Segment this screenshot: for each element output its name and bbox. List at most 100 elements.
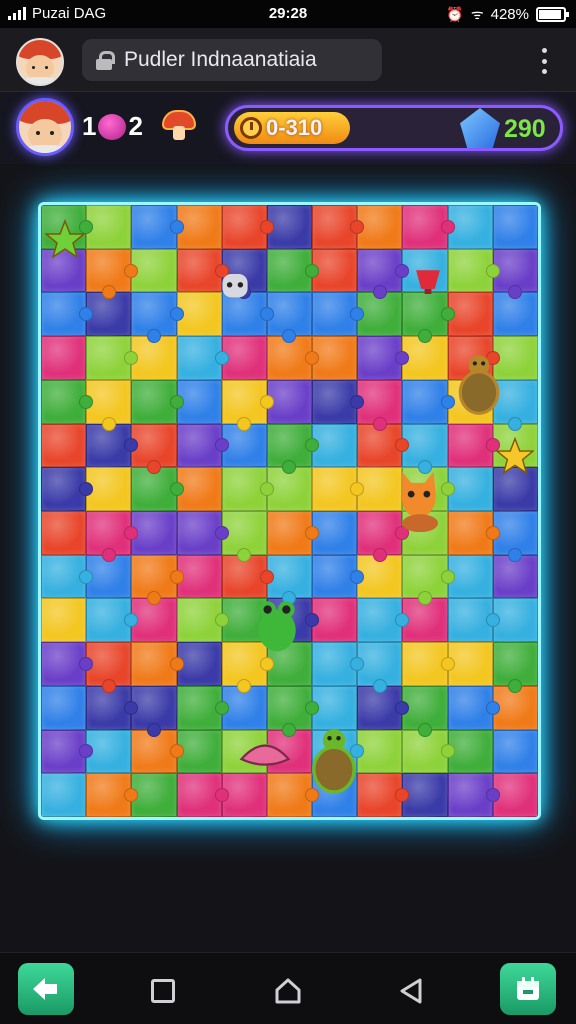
puzzle-piece[interactable] [86, 773, 139, 817]
puzzle-piece[interactable] [41, 336, 87, 380]
green-star-critter[interactable] [43, 215, 87, 263]
puzzle-piece[interactable] [402, 205, 455, 249]
puzzle-piece[interactable] [176, 248, 229, 293]
puzzle-piece[interactable] [312, 554, 365, 599]
puzzle-piece[interactable] [176, 336, 229, 380]
home-arrow-icon [33, 978, 57, 1000]
piece-tab [440, 569, 455, 584]
puzzle-piece[interactable] [176, 598, 229, 643]
puzzle-piece[interactable] [266, 423, 320, 475]
puzzle-piece[interactable] [357, 205, 403, 249]
puzzle-piece[interactable] [221, 205, 274, 249]
puzzle-piece[interactable] [402, 642, 455, 686]
recent-apps-icon[interactable] [151, 979, 175, 1003]
puzzle-piece[interactable] [86, 248, 139, 300]
puzzle-piece[interactable] [402, 773, 448, 817]
puzzle-piece[interactable] [357, 379, 403, 431]
puzzle-piece[interactable] [131, 379, 184, 424]
puzzle-piece[interactable] [402, 554, 455, 606]
puzzle-piece[interactable] [41, 685, 87, 730]
puzzle-piece[interactable] [266, 511, 320, 555]
mushroom-icon[interactable] [162, 108, 196, 142]
red-cup-critter[interactable] [411, 260, 445, 301]
puzzle-piece[interactable] [131, 292, 184, 344]
puzzle-piece[interactable] [86, 336, 139, 380]
puzzle-piece[interactable] [221, 379, 274, 431]
puzzle-piece[interactable] [447, 248, 500, 293]
puzzle-piece[interactable] [492, 642, 538, 693]
puzzle-piece[interactable] [41, 423, 87, 468]
player-avatar[interactable] [16, 98, 74, 156]
puzzle-piece[interactable] [131, 205, 184, 249]
puzzle-piece[interactable] [447, 773, 500, 817]
puzzle-piece[interactable] [131, 554, 184, 606]
puzzle-piece[interactable] [131, 511, 177, 555]
puzzle-piece[interactable] [447, 511, 500, 555]
puzzle-piece[interactable] [131, 685, 177, 737]
puzzle-piece[interactable] [41, 773, 87, 817]
puzzle-piece[interactable] [357, 598, 410, 643]
puzzle-piece[interactable] [176, 773, 229, 817]
puzzle-piece[interactable] [266, 248, 320, 293]
gray-robot-critter[interactable] [217, 265, 253, 308]
pink-shell-critter[interactable] [237, 721, 293, 788]
puzzle-piece[interactable] [312, 292, 365, 337]
puzzle-piece[interactable] [41, 467, 94, 511]
piece-tab [418, 722, 433, 737]
piece-tab [237, 547, 252, 562]
puzzle-piece[interactable] [402, 685, 448, 737]
puzzle-board[interactable] [38, 202, 541, 820]
home-icon[interactable] [274, 977, 302, 1005]
puzzle-piece[interactable] [402, 423, 448, 475]
puzzle-piece[interactable] [312, 642, 365, 686]
puzzle-piece[interactable] [447, 423, 500, 468]
yellow-star-critter[interactable] [494, 433, 536, 479]
puzzle-piece[interactable] [357, 336, 410, 380]
puzzle-piece[interactable] [221, 467, 274, 511]
puzzle-piece[interactable] [41, 554, 94, 599]
green-frog-critter[interactable] [251, 595, 303, 657]
turtle-critter[interactable] [453, 353, 505, 415]
piece-tab [259, 569, 274, 584]
browser-app-bar: Pudler Indnaanatiaia [0, 28, 576, 92]
puzzle-piece[interactable] [176, 685, 229, 730]
puzzle-piece[interactable] [41, 292, 94, 337]
puzzle-piece[interactable] [357, 729, 403, 774]
puzzle-piece[interactable] [312, 467, 365, 511]
green-turtle-critter[interactable] [306, 727, 362, 794]
puzzle-piece[interactable] [176, 511, 229, 555]
puzzle-piece[interactable] [492, 729, 538, 774]
level-right: 2 [128, 111, 143, 141]
puzzle-piece[interactable] [131, 248, 177, 293]
address-bar[interactable]: Pudler Indnaanatiaia [82, 39, 382, 81]
puzzle-piece[interactable] [131, 773, 177, 817]
profile-avatar[interactable] [16, 38, 64, 86]
puzzle-piece[interactable] [492, 205, 538, 249]
orange-fox-critter[interactable] [391, 465, 447, 533]
calendar-button[interactable] [500, 963, 556, 1015]
puzzle-piece[interactable] [41, 729, 94, 774]
bottom-nav-bar [0, 952, 576, 1024]
puzzle-piece[interactable] [447, 598, 500, 643]
piece-tab [372, 678, 387, 693]
puzzle-piece[interactable] [41, 642, 94, 686]
more-menu-icon[interactable] [534, 48, 554, 74]
puzzle-piece[interactable] [86, 511, 139, 562]
puzzle-piece[interactable] [41, 511, 87, 555]
puzzle-piece[interactable] [357, 642, 403, 693]
back-icon[interactable] [398, 977, 424, 1005]
puzzle-piece[interactable] [312, 205, 365, 249]
puzzle-piece[interactable] [357, 773, 410, 817]
puzzle-piece[interactable] [312, 379, 365, 424]
puzzle-piece[interactable] [131, 642, 184, 686]
puzzle-piece[interactable] [357, 248, 410, 300]
puzzle-piece[interactable] [402, 379, 455, 424]
puzzle-piece[interactable] [176, 423, 229, 468]
puzzle-piece[interactable] [41, 379, 94, 424]
puzzle-piece[interactable] [41, 598, 87, 643]
piece-tab [169, 219, 184, 234]
puzzle-piece[interactable] [131, 423, 177, 475]
home-arrow-button[interactable] [18, 963, 74, 1015]
puzzle-piece[interactable] [86, 598, 139, 643]
puzzle-piece[interactable] [447, 685, 500, 730]
